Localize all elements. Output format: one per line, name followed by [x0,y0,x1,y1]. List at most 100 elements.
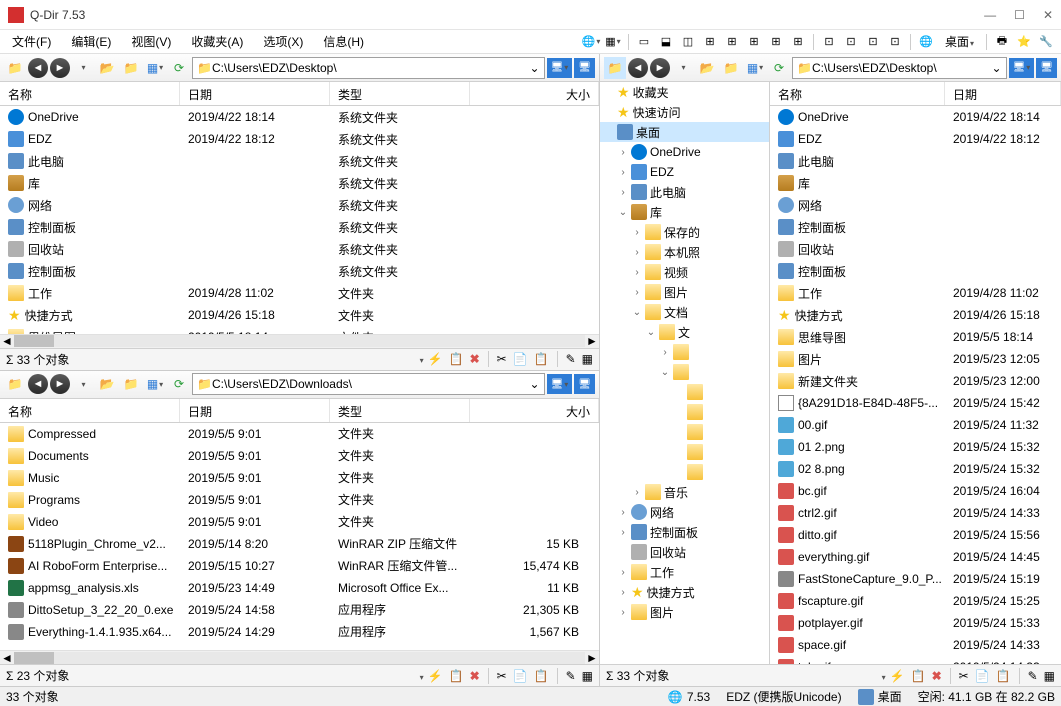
file-row[interactable]: OneDrive2019/4/22 18:14 [770,106,1061,128]
file-row[interactable]: space.gif2019/5/24 14:33 [770,634,1061,656]
file-list-a[interactable]: OneDrive2019/4/22 18:14系统文件夹EDZ2019/4/22… [0,106,599,334]
file-list-b[interactable]: Compressed2019/5/5 9:01文件夹Documents2019/… [0,423,599,651]
expand-icon[interactable]: › [618,567,628,578]
grid-icon[interactable]: ▦ [582,352,593,366]
menu-edit[interactable]: 编辑(E) [65,31,117,52]
cut-icon[interactable]: ✂ [497,352,507,366]
copy-icon[interactable]: 📄 [513,352,528,366]
file-list-c[interactable]: OneDrive2019/4/22 18:14EDZ2019/4/22 18:1… [770,106,1061,664]
view-full-button[interactable]: 🖥 [1036,58,1057,78]
tree-item[interactable]: ⌄ [600,362,769,382]
file-row[interactable]: FastStoneCapture_9.0_P...2019/5/24 15:19 [770,568,1061,590]
tree-item[interactable] [600,462,769,482]
file-row[interactable]: Music2019/5/5 9:01文件夹 [0,467,599,489]
delete-icon[interactable]: ✖ [470,352,480,366]
globe-icon[interactable]: 🌐 [582,33,600,51]
view-mode-icon[interactable]: ▦ [144,57,166,79]
up-icon[interactable]: 📂 [696,57,718,79]
col-date[interactable]: 日期 [180,399,330,422]
view-switch-button[interactable]: 🖥 [1009,58,1035,78]
file-row[interactable]: Video2019/5/5 9:01文件夹 [0,511,599,533]
layout-3d-icon[interactable]: ⊞ [767,33,785,51]
address-bar[interactable]: 📁 ⌄ [192,373,545,395]
tree-item[interactable]: ★收藏夹 [600,82,769,102]
file-row[interactable]: Documents2019/5/5 9:01文件夹 [0,445,599,467]
tree-item[interactable]: ›★快捷方式 [600,582,769,602]
file-row[interactable]: 00.gif2019/5/24 11:32 [770,414,1061,436]
file-row[interactable]: ★快捷方式2019/4/26 15:18 [770,304,1061,326]
file-row[interactable]: 网络 [770,194,1061,216]
expand-icon[interactable]: › [618,527,628,538]
grid-icon[interactable]: ▦ [1044,669,1055,683]
new-folder-icon[interactable]: 📁 [720,57,742,79]
tree-item[interactable]: › [600,342,769,362]
expand-icon[interactable]: ⌄ [660,367,670,378]
star-icon[interactable]: ⭐ [1015,33,1033,51]
address-input[interactable] [812,61,992,75]
file-row[interactable]: 工作2019/4/28 11:02文件夹 [0,282,599,304]
view-mode-icon[interactable]: ▦ [744,57,766,79]
view-mode-icon[interactable]: ▦ [144,373,166,395]
file-row[interactable]: OneDrive2019/4/22 18:14系统文件夹 [0,106,599,128]
file-row[interactable]: 回收站 [770,238,1061,260]
new-folder-icon[interactable]: 📁 [120,57,142,79]
paste-icon[interactable]: 📋 [534,352,549,366]
file-row[interactable]: 此电脑 [770,150,1061,172]
forward-button[interactable]: ► [650,58,670,78]
tree-item[interactable] [600,382,769,402]
file-row[interactable]: bc.gif2019/5/24 16:04 [770,480,1061,502]
file-row[interactable]: Programs2019/5/5 9:01文件夹 [0,489,599,511]
file-row[interactable]: 库 [770,172,1061,194]
file-row[interactable]: 思维导图2019/5/5 18:14文件夹 [0,326,599,334]
tree-item[interactable] [600,402,769,422]
tree-item[interactable]: ›工作 [600,562,769,582]
tree-item[interactable] [600,442,769,462]
copy-icon[interactable]: 📄 [975,669,990,683]
tree-item[interactable]: 回收站 [600,542,769,562]
view-d-icon[interactable]: ⊡ [886,33,904,51]
grid-icon[interactable]: ▦ [582,669,593,683]
address-bar[interactable]: 📁 ⌄ [792,57,1007,79]
address-bar[interactable]: 📁 ⌄ [192,57,545,79]
dropdown-icon[interactable]: ⌄ [530,61,540,75]
tree-item[interactable]: ⌄库 [600,202,769,222]
view-full-button[interactable]: 🖥 [574,374,595,394]
edit-icon[interactable]: ✎ [1028,669,1038,683]
file-row[interactable]: 控制面板 [770,216,1061,238]
tree-item[interactable]: ›控制面板 [600,522,769,542]
file-row[interactable]: EDZ2019/4/22 18:12 [770,128,1061,150]
paste-icon[interactable]: 📋 [534,669,549,683]
file-row[interactable]: 图片2019/5/23 12:05 [770,348,1061,370]
forward-button[interactable]: ► [50,374,70,394]
tree-item[interactable]: ›图片 [600,282,769,302]
col-name[interactable]: 名称 [770,82,945,105]
tree-item[interactable]: ›EDZ [600,162,769,182]
history-dropdown[interactable] [72,57,94,79]
menu-fav[interactable]: 收藏夹(A) [185,31,249,52]
dropdown-icon[interactable]: ⌄ [992,61,1002,75]
file-row[interactable]: Compressed2019/5/5 9:01文件夹 [0,423,599,445]
delete-icon[interactable]: ✖ [470,669,480,683]
new-folder-icon[interactable]: 📁 [120,373,142,395]
expand-icon[interactable]: › [632,267,642,278]
col-name[interactable]: 名称 [0,82,180,105]
col-size[interactable]: 大小 [470,82,599,105]
file-row[interactable]: 控制面板 [770,260,1061,282]
expand-icon[interactable]: › [632,247,642,258]
file-row[interactable]: 此电脑系统文件夹 [0,150,599,172]
layout-3b-icon[interactable]: ⊞ [723,33,741,51]
layout-3a-icon[interactable]: ⊞ [701,33,719,51]
file-row[interactable]: 5118Plugin_Chrome_v2...2019/5/14 8:20Win… [0,533,599,555]
edit-icon[interactable]: ✎ [566,352,576,366]
inet-icon[interactable]: 🌐 [917,33,935,51]
expand-icon[interactable]: › [632,227,642,238]
layout-3c-icon[interactable]: ⊞ [745,33,763,51]
file-row[interactable]: 回收站系统文件夹 [0,238,599,260]
col-size[interactable]: 大小 [470,399,599,422]
address-input[interactable] [212,377,530,391]
expand-icon[interactable]: ⌄ [632,307,642,318]
back-button[interactable]: ◄ [28,58,48,78]
history-dropdown[interactable] [72,373,94,395]
doc-icon[interactable]: 📋 [449,352,464,366]
dropdown-icon[interactable]: ⌄ [530,377,540,391]
